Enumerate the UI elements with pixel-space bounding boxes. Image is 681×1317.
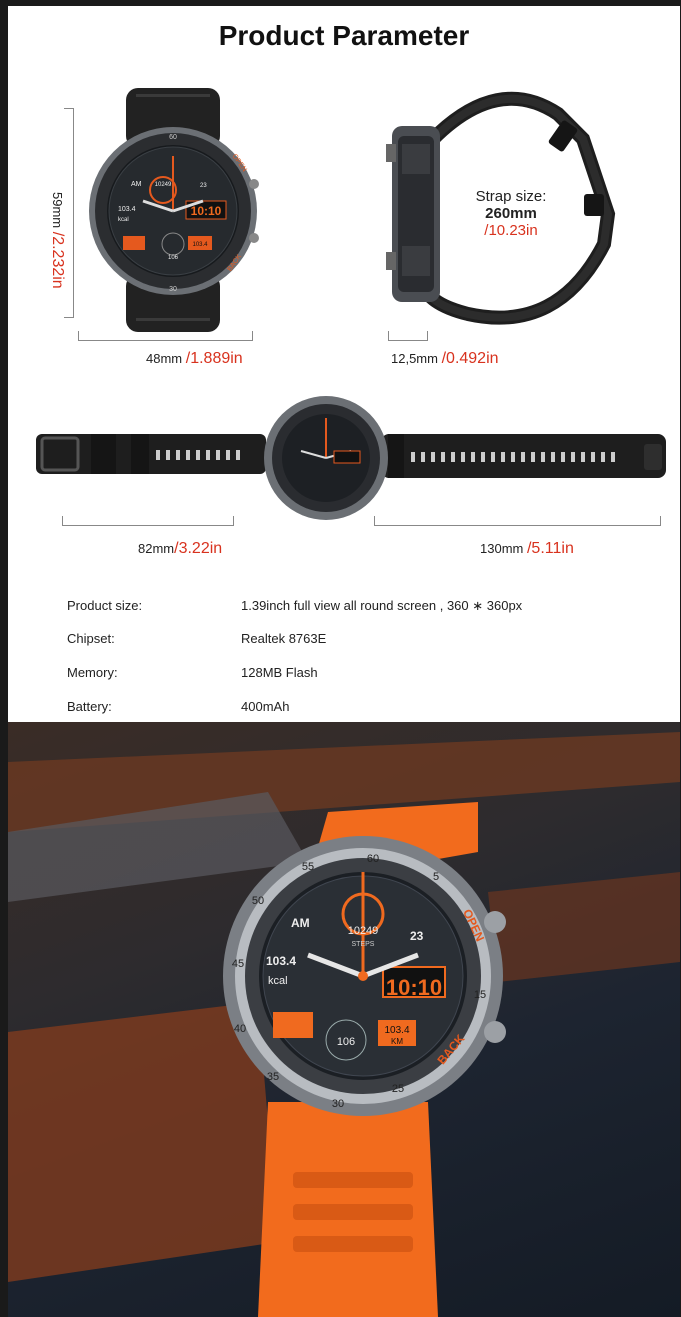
long-strap-mm: 130mm: [480, 541, 524, 556]
front-heart: 106: [168, 255, 179, 261]
thickness-mm: 12,5mm: [391, 351, 438, 366]
lifestyle-watch-image: 60 55 50 45 40 35 30 25 5 15 OPEN BACK A…: [8, 732, 680, 1317]
strap-title: Strap size:: [475, 188, 547, 205]
short-strap-in: /3.22in: [174, 540, 223, 557]
photo-am: AM: [291, 916, 310, 930]
width-dimension: 48mm /1.889in: [146, 350, 243, 368]
photo-distance: 103.4: [384, 1025, 409, 1036]
photo-calories: 103.4: [266, 954, 296, 968]
strap-mm: 260mm: [485, 205, 537, 222]
spec-row-battery: Battery: 400mAh: [67, 699, 289, 714]
width-mm: 48mm: [146, 351, 183, 366]
long-strap-dimension: 130mm /5.11in: [480, 540, 574, 558]
photo-bezel-35: 35: [267, 1071, 279, 1083]
front-distance: 103.4: [192, 242, 208, 248]
width-in: /1.889in: [185, 350, 243, 367]
product-parameter-panel: Product Parameter 60 OPEN BACK 30 AM 102…: [8, 6, 680, 722]
front-time: 10:10: [191, 204, 222, 218]
front-bezel-30: 30: [169, 286, 177, 293]
spec-key: Memory:: [67, 665, 118, 680]
short-strap-mm: 82mm: [138, 541, 175, 556]
spec-row-chipset: Chipset: Realtek 8763E: [67, 631, 326, 646]
thickness-in: /0.492in: [441, 350, 499, 367]
height-mm: 59mm: [50, 192, 65, 229]
spec-row-memory: Memory: 128MB Flash: [67, 665, 318, 680]
width-dim-line: [78, 331, 253, 341]
height-dimension: 59mm /2.232in: [48, 192, 66, 289]
lifestyle-photo: 60 55 50 45 40 35 30 25 5 15 OPEN BACK A…: [8, 722, 680, 1317]
front-date: 23: [200, 183, 207, 189]
spec-key: Product size:: [67, 598, 143, 613]
page-title: Product Parameter: [218, 20, 470, 51]
front-steps: 10249: [155, 182, 172, 188]
short-strap-dim-line: [62, 516, 234, 526]
long-strap-dim-line: [374, 516, 661, 526]
front-am: AM: [131, 181, 142, 188]
front-watch-image: 60 OPEN BACK 30 AM 10249 23 103.4 kcal 1…: [89, 88, 259, 332]
photo-bezel-55: 55: [302, 861, 314, 873]
spec-value: 128MB Flash: [241, 665, 318, 680]
front-kcal: kcal: [118, 217, 129, 223]
strap-size-label: Strap size: 260mm /10.23in: [466, 188, 556, 239]
thickness-dim-line: [388, 331, 428, 341]
strap-in: /10.23in: [484, 222, 538, 239]
front-bezel-60: 60: [169, 134, 177, 141]
photo-bezel-60: 60: [367, 853, 379, 865]
photo-steps: 10249: [348, 925, 379, 937]
photo-time: 10:10: [386, 975, 442, 1000]
short-strap-dimension: 82mm/3.22in: [138, 540, 222, 558]
photo-bezel-5: 5: [433, 871, 439, 883]
spec-value: Realtek 8763E: [241, 631, 327, 646]
photo-bezel-15: 15: [474, 989, 486, 1001]
photo-date: 23: [410, 929, 424, 943]
long-strap-in: /5.11in: [526, 540, 574, 557]
photo-bezel-30: 30: [332, 1098, 344, 1110]
spec-row-product-size: Product size: 1.39inch full view all roun…: [67, 598, 522, 614]
photo-bezel-50: 50: [252, 895, 264, 907]
thickness-dimension: 12,5mm /0.492in: [391, 350, 499, 368]
spec-key: Battery:: [67, 699, 112, 714]
photo-bezel-45: 45: [232, 958, 244, 970]
spec-key: Chipset:: [67, 631, 115, 646]
photo-bezel-40: 40: [234, 1023, 246, 1035]
spec-value: 1.39inch full view all round screen , 36…: [241, 598, 523, 613]
front-calories: 103.4: [118, 206, 136, 213]
photo-steps-label: STEPS: [352, 941, 375, 948]
spec-value: 400mAh: [241, 699, 290, 714]
photo-kcal: kcal: [268, 975, 288, 987]
flat-watch-image: [36, 396, 666, 520]
photo-km: KM: [391, 1037, 403, 1046]
photo-heart: 106: [337, 1036, 355, 1048]
height-in: /2.232in: [49, 231, 66, 289]
photo-bezel-25: 25: [392, 1083, 404, 1095]
